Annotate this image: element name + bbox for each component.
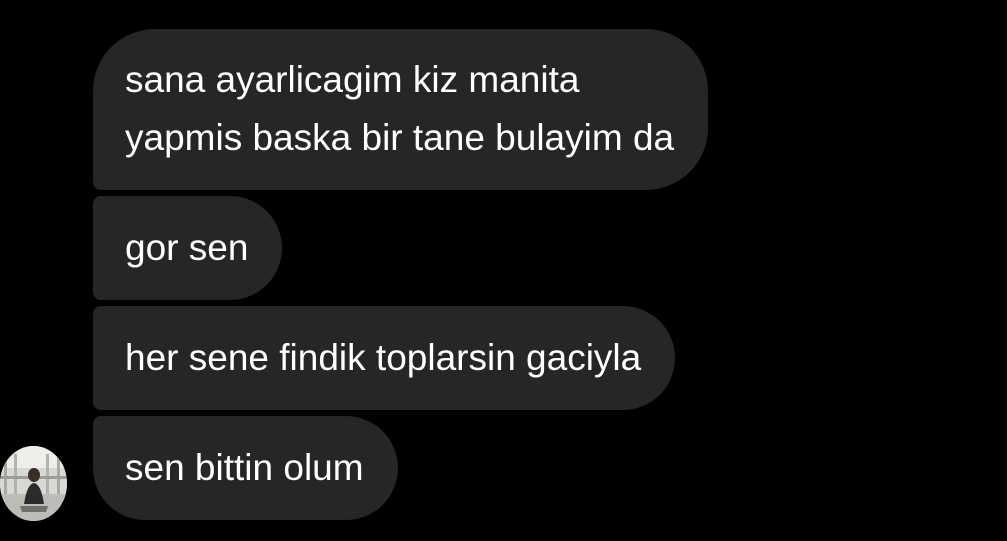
message-thread: sana ayarlicagim kiz manita yapmis baska… (0, 0, 1007, 541)
message-text-line: gor sen (125, 227, 249, 268)
message-bubble[interactable]: gor sen (93, 196, 283, 300)
sender-avatar[interactable] (0, 446, 67, 521)
message-bubble[interactable]: sana ayarlicagim kiz manita yapmis baska… (93, 29, 709, 190)
message-bubble[interactable]: her sene findik toplarsin gaciyla (93, 306, 676, 410)
message-text-line: sen bittin olum (125, 447, 364, 488)
message-text-line: her sene findik toplarsin gaciyla (125, 337, 642, 378)
avatar-photo-icon (0, 446, 67, 521)
message-text-line: yapmis baska bir tane bulayim da (125, 117, 675, 158)
message-bubble[interactable]: sen bittin olum (93, 416, 398, 520)
message-text-line: sana ayarlicagim kiz manita (125, 59, 580, 100)
